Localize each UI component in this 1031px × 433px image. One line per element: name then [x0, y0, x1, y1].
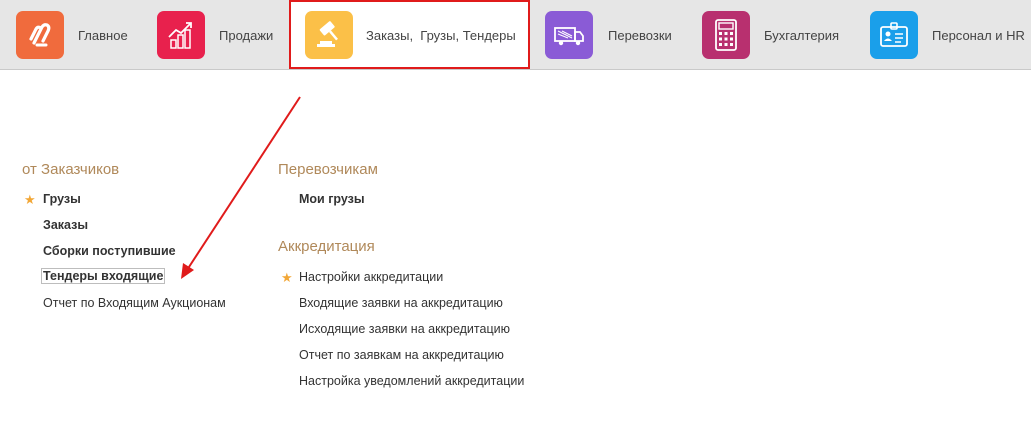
link-accreditation-notification-settings[interactable]: Настройка уведомлений аккредитации	[299, 374, 524, 388]
star-icon: ★	[281, 270, 293, 285]
link-incoming-assemblies[interactable]: Сборки поступившие	[43, 244, 176, 258]
link-accreditation-requests-report[interactable]: Отчет по заявкам на аккредитацию	[299, 348, 504, 362]
link-incoming-tenders[interactable]: Тендеры входящие	[41, 268, 166, 284]
nav-item-label: Заказы, Грузы, Тендеры	[366, 28, 516, 43]
calculator-icon	[702, 11, 750, 59]
section-title-from-customers: от Заказчиков	[22, 161, 120, 178]
nav-item-sales[interactable]: Продажи	[140, 0, 288, 69]
nav-item-main[interactable]: Главное	[0, 0, 140, 69]
link-incoming-auctions-report[interactable]: Отчет по Входящим Аукционам	[43, 296, 226, 310]
gavel-icon	[305, 11, 353, 59]
nav-item-label: Главное	[78, 28, 128, 43]
link-accreditation-settings[interactable]: Настройки аккредитации	[299, 270, 443, 284]
star-icon: ★	[24, 192, 36, 207]
section-title-for-carriers: Перевозчикам	[278, 161, 378, 178]
nav-item-accounting[interactable]: Бухгалтерия	[686, 0, 854, 69]
nav-item-label: Продажи	[219, 28, 274, 43]
nav-item-transport[interactable]: Перевозки	[531, 0, 685, 69]
nav-item-personnel-hr[interactable]: Персонал и HR	[855, 0, 1031, 69]
link-orders[interactable]: Заказы	[43, 218, 88, 232]
link-cargo[interactable]: Грузы	[43, 192, 81, 206]
nav-item-label: Бухгалтерия	[764, 28, 840, 43]
nav-item-orders-cargo-tenders[interactable]: Заказы, Грузы, Тендеры	[289, 0, 530, 69]
top-navigation-bar: Главное Продажи Заказы, Грузы, Тендеры П…	[0, 0, 1031, 70]
link-incoming-accreditation-requests[interactable]: Входящие заявки на аккредитацию	[299, 296, 503, 310]
truck-icon	[545, 11, 593, 59]
sales-chart-icon	[157, 11, 205, 59]
link-my-cargo[interactable]: Мои грузы	[299, 192, 365, 206]
section-title-accreditation: Аккредитация	[278, 238, 375, 255]
logo-icon	[16, 11, 64, 59]
nav-item-label: Перевозки	[608, 28, 672, 43]
nav-item-label: Персонал и HR	[932, 28, 1025, 43]
id-badge-icon	[870, 11, 918, 59]
link-outgoing-accreditation-requests[interactable]: Исходящие заявки на аккредитацию	[299, 322, 510, 336]
